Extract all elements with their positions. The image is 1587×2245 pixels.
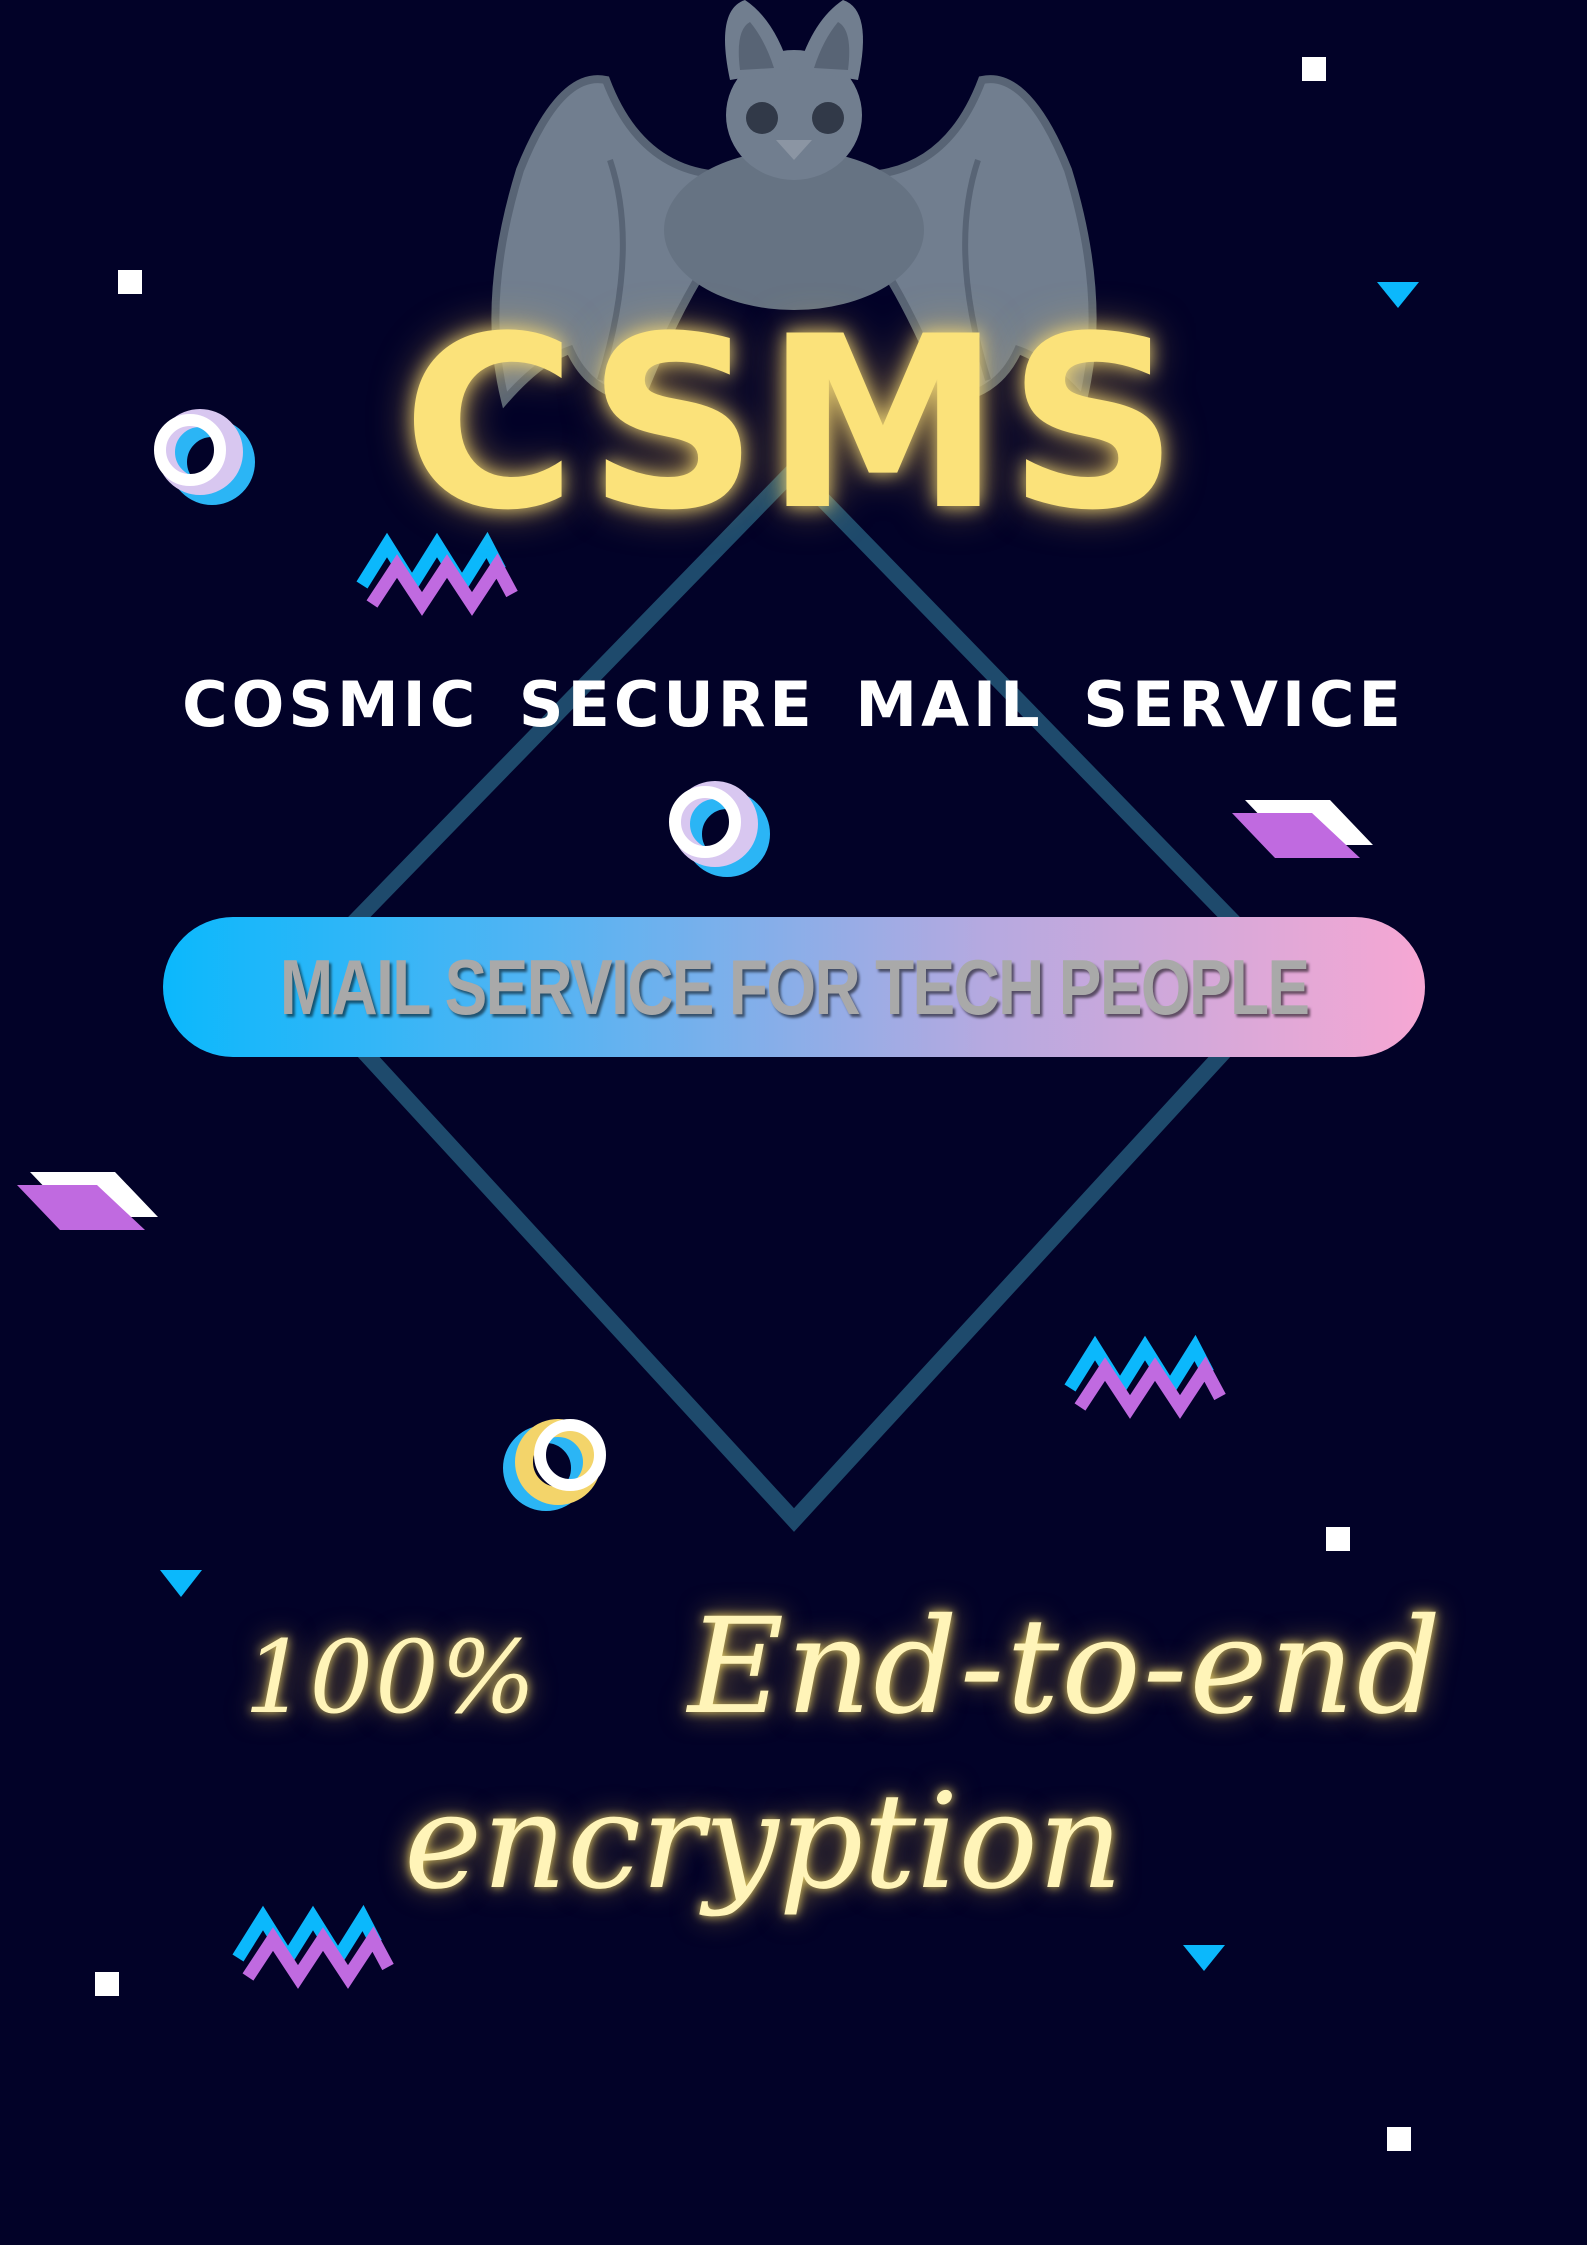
encryption-tagline-line1: 100% End-to-end <box>0 1590 1587 1744</box>
confetti-ring <box>669 781 770 877</box>
confetti-square <box>1387 2127 1411 2151</box>
logo-title: CSMS <box>402 286 1185 563</box>
encryption-phrase: End-to-end <box>687 1590 1444 1744</box>
confetti-square <box>1326 1527 1350 1551</box>
confetti-parallelogram <box>1232 800 1373 858</box>
confetti-parallelogram <box>17 1172 158 1230</box>
confetti-zigzag <box>232 1904 394 1989</box>
confetti-square <box>95 1972 119 1996</box>
confetti-square <box>118 270 142 294</box>
encryption-percent: 100% <box>243 1619 538 1736</box>
confetti-ring <box>503 1419 606 1511</box>
confetti-zigzag <box>1064 1334 1226 1419</box>
confetti-triangle <box>1183 1945 1225 1971</box>
tagline-banner-label: MAIL SERVICE FOR TECH PEOPLE <box>279 942 1310 1031</box>
page-subtitle: COSMIC SECURE MAIL SERVICE <box>182 668 1405 741</box>
encryption-tagline-line2: encryption <box>404 1765 1123 1919</box>
tagline-banner: MAIL SERVICE FOR TECH PEOPLE <box>163 917 1425 1057</box>
confetti-square <box>1302 57 1326 81</box>
